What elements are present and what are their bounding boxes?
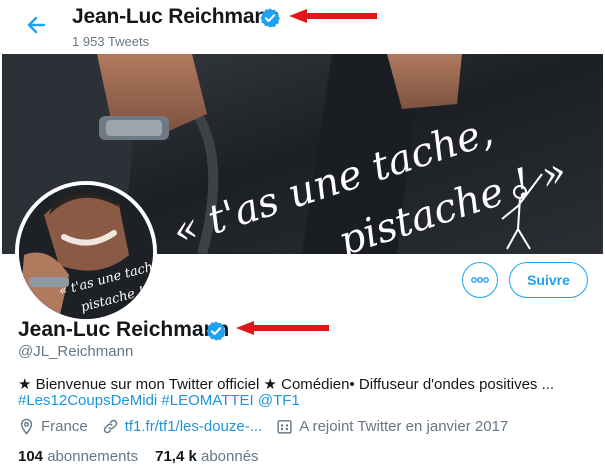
annotation-arrow (289, 8, 379, 24)
location-pin-icon (20, 418, 33, 435)
website-link[interactable]: tf1.fr/tf1/les-douze-... (125, 418, 263, 435)
followers-label: abonnés (201, 448, 259, 465)
following-stat[interactable]: 104 abonnements (18, 448, 138, 465)
following-label: abonnements (47, 448, 139, 465)
profile-joined: A rejoint Twitter en janvier 2017 (276, 418, 508, 435)
followers-stat[interactable]: 71,4 k abonnés (155, 448, 258, 465)
tweet-count: 1 953 Tweets (72, 34, 150, 49)
profile-location: France (18, 418, 88, 435)
profile-stats: 104 abonnements 71,4 k abonnés (18, 448, 259, 465)
following-count: 104 (18, 448, 44, 465)
verified-badge-icon (205, 320, 227, 342)
verified-badge-icon (259, 7, 281, 29)
hashtag-link[interactable]: #Les12CoupsDeMidi (18, 392, 157, 409)
location-text: France (41, 418, 88, 435)
profile-bio-tags: #Les12CoupsDeMidi #LEOMATTEI @TF1 (18, 392, 300, 409)
more-icon (471, 277, 489, 283)
arrow-left-icon (27, 16, 46, 34)
mention-link[interactable]: @TF1 (258, 392, 300, 409)
annotation-arrow (236, 320, 331, 336)
profile-name: Jean-Luc Reichmann (18, 318, 230, 341)
joined-text: A rejoint Twitter en janvier 2017 (299, 418, 509, 435)
profile-website: tf1.fr/tf1/les-douze-... (102, 418, 263, 435)
more-options-button[interactable] (462, 262, 498, 298)
header-profile-name: Jean-Luc Reichmann (72, 5, 280, 28)
avatar[interactable]: « t'as une tache, pistache ! » (15, 181, 157, 323)
profile-meta: France tf1.fr/tf1/les-douze-... A rejoin… (18, 418, 522, 435)
calendar-icon (277, 420, 292, 434)
followers-count: 71,4 k (155, 448, 197, 465)
follow-button[interactable]: Suivre (509, 262, 588, 298)
link-icon (103, 419, 117, 434)
profile-handle: @JL_Reichmann (18, 343, 134, 360)
profile-bio: ★ Bienvenue sur mon Twitter officiel ★ C… (18, 376, 555, 393)
back-button[interactable] (22, 10, 52, 40)
hashtag-link[interactable]: #LEOMATTEI (161, 392, 253, 409)
